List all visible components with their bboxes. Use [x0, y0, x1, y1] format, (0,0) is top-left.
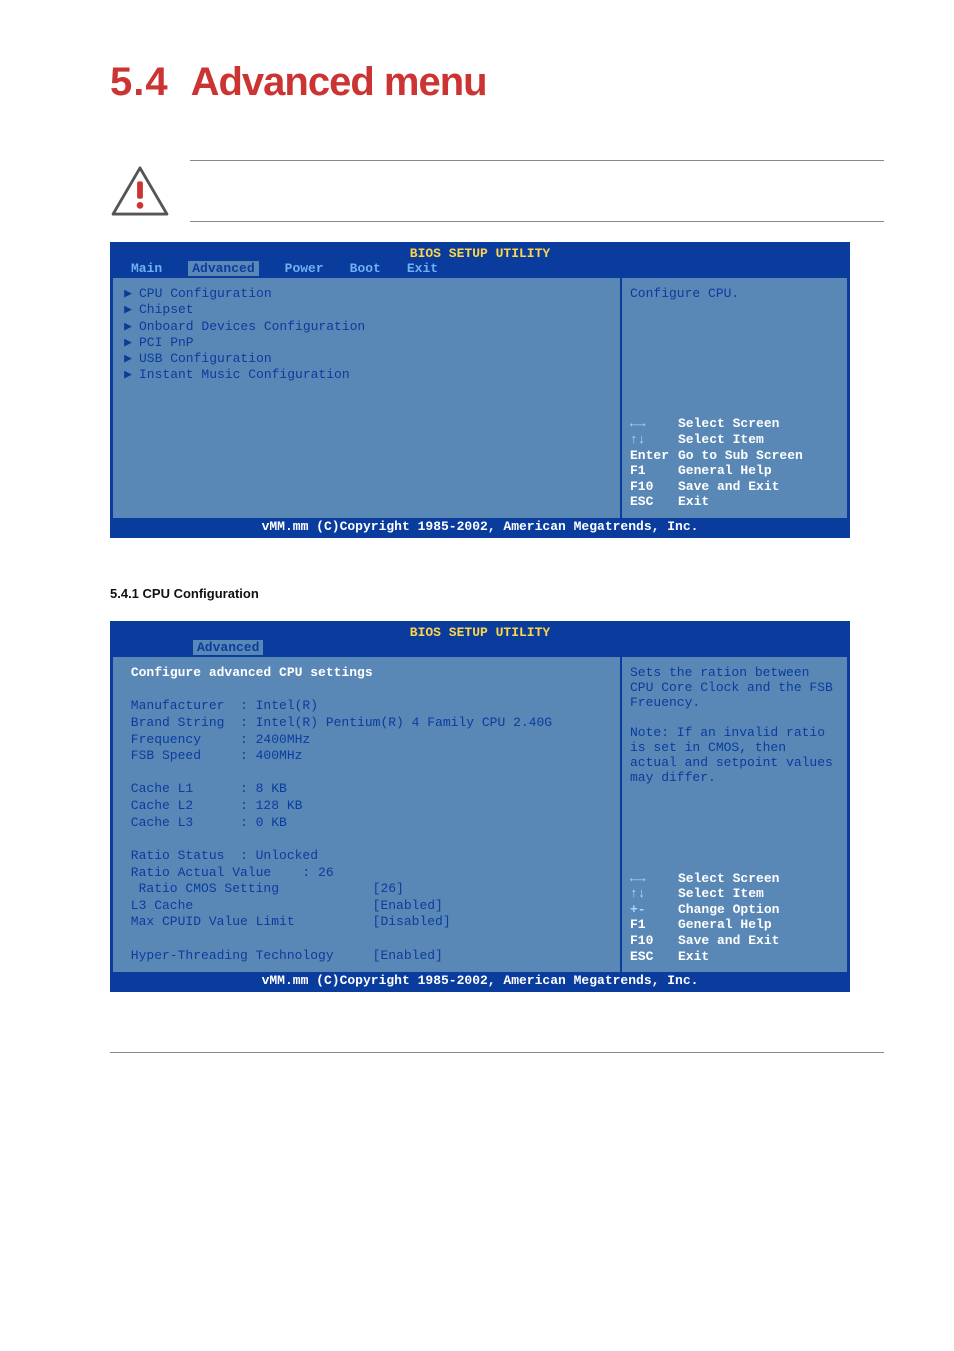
key-enter: Enter: [630, 448, 678, 464]
key-lr-icon: ←→: [630, 871, 678, 887]
subsection-heading: 5.4.1 CPU Configuration: [110, 586, 884, 601]
caret-icon: ▶: [123, 351, 133, 367]
menu-instant-music[interactable]: ▶Instant Music Configuration: [123, 367, 610, 383]
tab-main[interactable]: Main: [131, 261, 162, 276]
bios-tabs: Advanced: [113, 640, 847, 657]
bios-menu-list: ▶CPU Configuration ▶Chipset ▶Onboard Dev…: [113, 278, 622, 518]
caution-block: [110, 160, 884, 222]
caret-icon: ▶: [123, 335, 133, 351]
caret-icon: ▶: [123, 367, 133, 383]
cpu-settings-panel: Configure advanced CPU settings Manufact…: [113, 657, 622, 972]
heading-number: 5.4: [110, 60, 169, 104]
bios-title: BIOS SETUP UTILITY: [113, 624, 847, 640]
caret-icon: ▶: [123, 319, 133, 335]
tab-exit[interactable]: Exit: [407, 261, 438, 276]
menu-chipset[interactable]: ▶Chipset: [123, 302, 610, 318]
key-ud-icon: ↑↓: [630, 432, 678, 448]
heading-title: Advanced menu: [191, 60, 487, 104]
page-footer-rule: [110, 1052, 884, 1053]
caution-text: [190, 160, 884, 222]
bios-title: BIOS SETUP UTILITY: [113, 245, 847, 261]
key-esc: ESC: [630, 949, 678, 965]
help-keys: ←→Select Screen ↑↓Select Item EnterGo to…: [630, 416, 839, 510]
bios-footer: vMM.mm (C)Copyright 1985-2002, American …: [113, 518, 847, 535]
menu-pci-pnp[interactable]: ▶PCI PnP: [123, 335, 610, 351]
help-text: Configure CPU.: [630, 286, 839, 301]
bios-tabs: Main Advanced Power Boot Exit: [113, 261, 847, 278]
caret-icon: ▶: [123, 302, 133, 318]
warning-icon: [110, 166, 170, 216]
tab-power[interactable]: Power: [285, 261, 324, 276]
help-keys: ←→Select Screen ↑↓Select Item +-Change O…: [630, 871, 839, 965]
menu-onboard-devices[interactable]: ▶Onboard Devices Configuration: [123, 319, 610, 335]
menu-cpu-configuration[interactable]: ▶CPU Configuration: [123, 286, 610, 302]
bios-advanced-menu: BIOS SETUP UTILITY Main Advanced Power B…: [110, 242, 850, 538]
key-plusminus: +-: [630, 902, 678, 918]
bios-footer: vMM.mm (C)Copyright 1985-2002, American …: [113, 972, 847, 989]
tab-advanced[interactable]: Advanced: [188, 261, 258, 276]
key-f1: F1: [630, 463, 678, 479]
menu-usb-configuration[interactable]: ▶USB Configuration: [123, 351, 610, 367]
tab-boot[interactable]: Boot: [350, 261, 381, 276]
key-esc: ESC: [630, 494, 678, 510]
caret-icon: ▶: [123, 286, 133, 302]
bios-cpu-configuration: BIOS SETUP UTILITY Advanced Configure ad…: [110, 621, 850, 992]
key-f10: F10: [630, 479, 678, 495]
help-text: Sets the ration between CPU Core Clock a…: [630, 665, 839, 785]
key-f10: F10: [630, 933, 678, 949]
key-lr-icon: ←→: [630, 416, 678, 432]
key-ud-icon: ↑↓: [630, 886, 678, 902]
key-f1: F1: [630, 917, 678, 933]
page-heading: 5.4 Advanced menu: [110, 60, 884, 105]
tab-advanced[interactable]: Advanced: [193, 640, 263, 655]
